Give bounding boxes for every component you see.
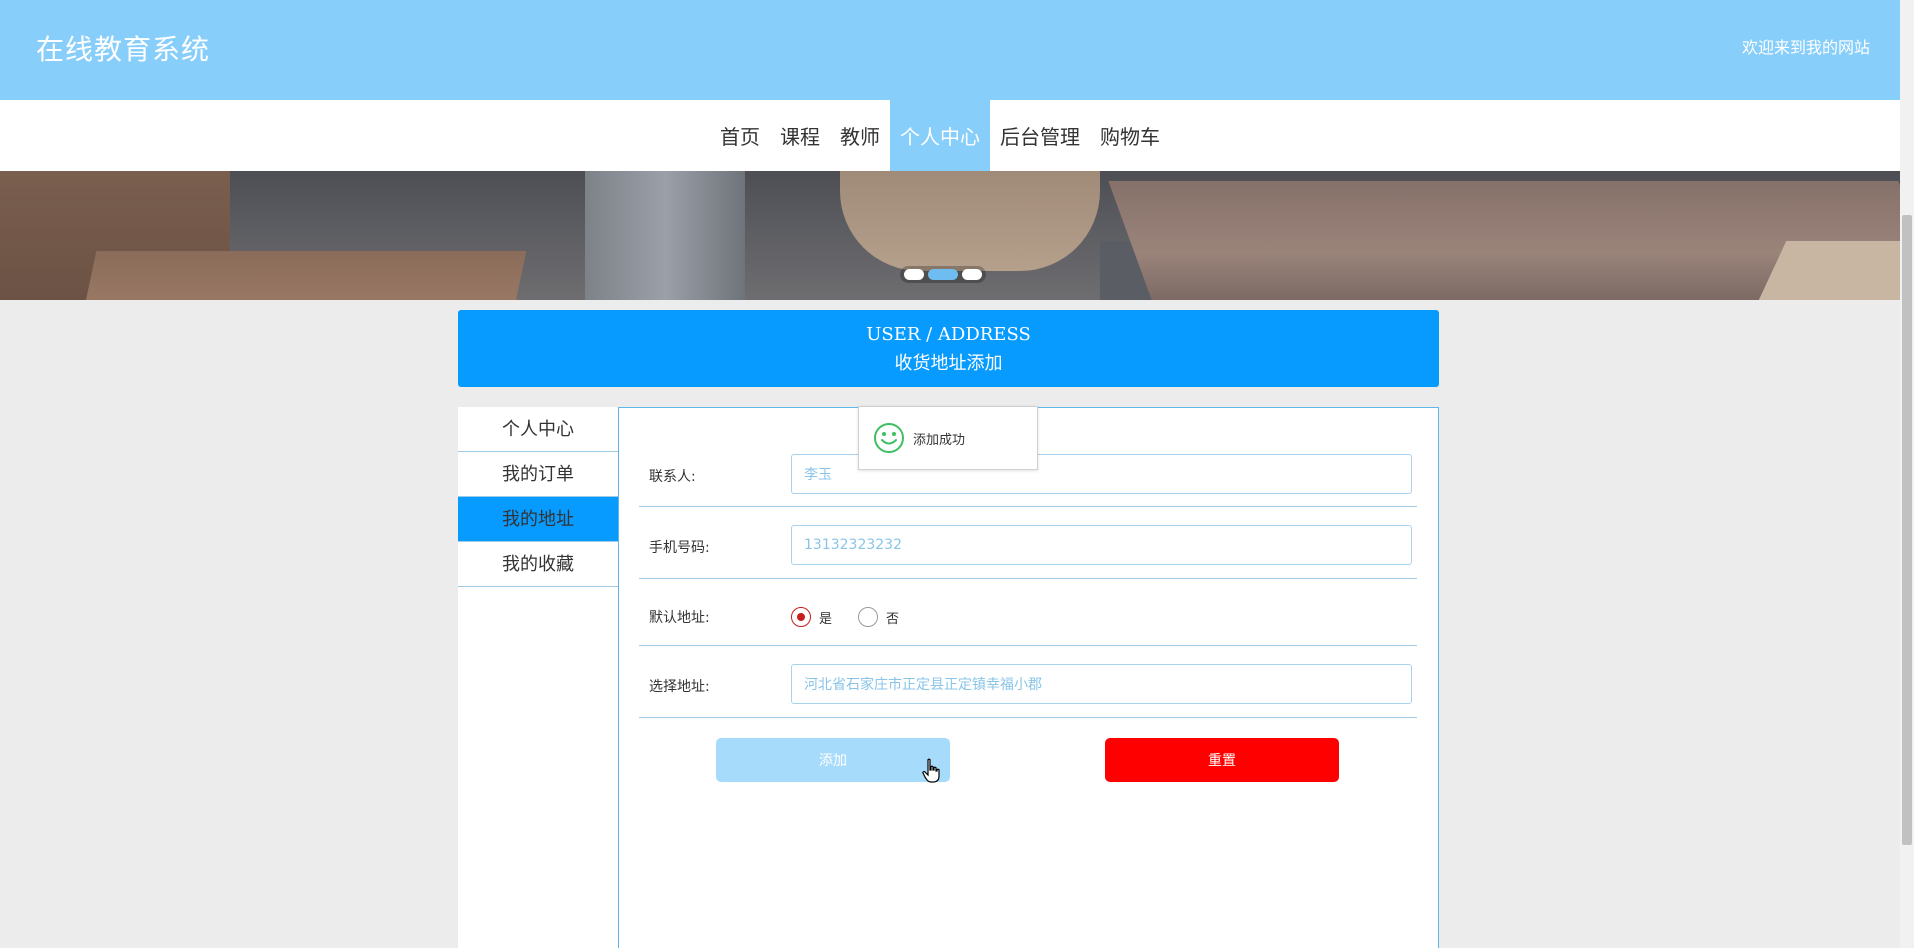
default-address-label: 默认地址: bbox=[649, 610, 710, 626]
banner-photo-desk bbox=[83, 251, 527, 300]
nav-list: 首页 课程 教师 个人中心 后台管理 购物车 bbox=[710, 100, 1170, 171]
address-label: 选择地址: bbox=[649, 679, 710, 695]
side-item-favorites[interactable]: 我的收藏 bbox=[458, 542, 618, 587]
carousel-dot-1[interactable] bbox=[904, 269, 924, 280]
address-form-panel: 联系人: 手机号码: 默认地址: 是 否 选择地址: 添加 重置 bbox=[618, 407, 1439, 948]
toast-message: 添加成功 bbox=[913, 432, 966, 448]
address-input[interactable] bbox=[791, 664, 1412, 704]
banner-photo-chair bbox=[585, 171, 745, 300]
page-scrollbar[interactable] bbox=[1900, 0, 1914, 948]
form-row-address: 选择地址: bbox=[639, 646, 1417, 718]
nav-item-admin[interactable]: 后台管理 bbox=[990, 100, 1090, 171]
form-row-phone: 手机号码: bbox=[639, 507, 1417, 579]
default-no-radio[interactable] bbox=[858, 607, 879, 627]
carousel-indicators bbox=[900, 266, 986, 283]
smile-icon bbox=[874, 423, 904, 453]
page-title: 收货地址添加 bbox=[894, 353, 1003, 374]
side-menu-filler bbox=[458, 587, 618, 948]
contact-label: 联系人: bbox=[649, 469, 696, 485]
page-title-en: USER / ADDRESS bbox=[866, 324, 1031, 345]
carousel-dot-3[interactable] bbox=[962, 269, 982, 280]
top-header: 在线教育系统 欢迎来到我的网站 bbox=[0, 0, 1900, 100]
banner-photo-chair bbox=[840, 171, 1100, 271]
form-row-default-address: 默认地址: 是 否 bbox=[639, 579, 1417, 646]
page-title-band: USER / ADDRESS 收货地址添加 bbox=[458, 310, 1439, 387]
nav-item-courses[interactable]: 课程 bbox=[770, 100, 830, 171]
default-address-radio-group: 是 否 bbox=[791, 607, 925, 627]
side-item-orders[interactable]: 我的订单 bbox=[458, 452, 618, 497]
side-item-addresses[interactable]: 我的地址 bbox=[458, 497, 618, 542]
default-yes-radio[interactable] bbox=[791, 607, 811, 627]
reset-button[interactable]: 重置 bbox=[1105, 738, 1339, 782]
site-title[interactable]: 在线教育系统 bbox=[36, 28, 210, 68]
scrollbar-thumb[interactable] bbox=[1902, 215, 1912, 845]
nav-item-personal-center[interactable]: 个人中心 bbox=[890, 100, 990, 171]
default-yes-label: 是 bbox=[819, 611, 833, 627]
nav-item-teachers[interactable]: 教师 bbox=[830, 100, 890, 171]
default-no-label: 否 bbox=[886, 611, 900, 627]
side-item-personal-center[interactable]: 个人中心 bbox=[458, 407, 618, 452]
success-toast: 添加成功 bbox=[858, 406, 1038, 470]
phone-label: 手机号码: bbox=[649, 540, 710, 556]
nav-item-home[interactable]: 首页 bbox=[710, 100, 770, 171]
add-button[interactable]: 添加 bbox=[716, 738, 950, 782]
hand-cursor-icon bbox=[922, 758, 940, 783]
main-nav: 首页 课程 教师 个人中心 后台管理 购物车 bbox=[0, 100, 1900, 171]
side-menu: 个人中心 我的订单 我的地址 我的收藏 bbox=[458, 407, 618, 587]
phone-input[interactable] bbox=[791, 525, 1412, 565]
carousel-dot-2[interactable] bbox=[928, 269, 958, 280]
nav-item-cart[interactable]: 购物车 bbox=[1090, 100, 1170, 171]
welcome-text: 欢迎来到我的网站 bbox=[1741, 38, 1870, 57]
